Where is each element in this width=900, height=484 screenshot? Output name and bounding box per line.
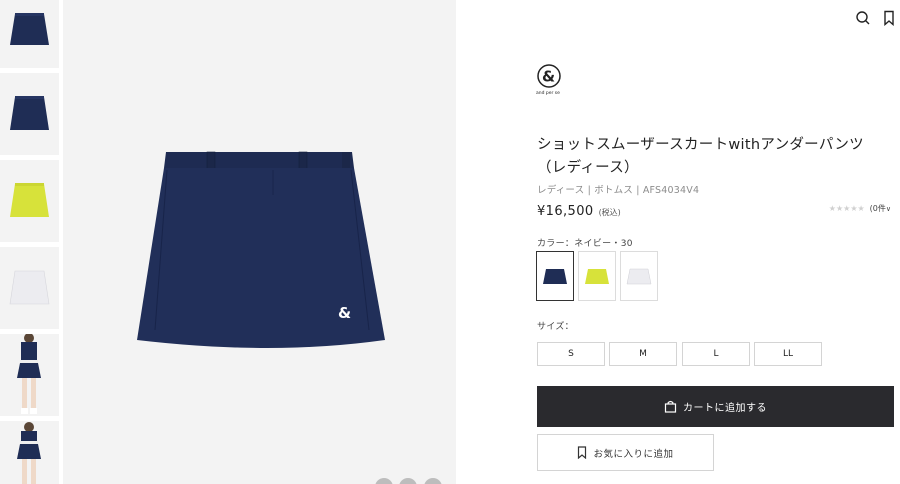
add-to-favorites-button[interactable]: お気に入りに追加 [537,434,714,471]
bookmark-outline-icon [578,446,587,459]
size-option-m[interactable]: M [609,342,677,366]
add-to-favorites-label: お気に入りに追加 [593,448,674,460]
tax-note: (税込) [598,208,621,217]
thumbnail-yellow[interactable] [0,160,59,242]
thumbnail-navy-front[interactable] [0,0,59,68]
main-product-image: & [63,0,456,484]
review-rating[interactable]: ★★★★★ (0件∨ [829,203,891,214]
product-title: ショットスムーザースカートwithアンダーパンツ（レディース） [537,137,864,176]
thumbnail-navy-back[interactable] [0,73,59,155]
brand-name: and per se [536,91,560,96]
skirt-illustration: & [137,151,385,348]
svg-text:&: & [542,68,555,86]
bag-icon [664,400,677,413]
size-option-l[interactable]: L [682,342,750,366]
thumbnail-white[interactable] [0,247,59,329]
review-count: (0件 [869,204,886,213]
color-swatch-navy[interactable] [536,251,574,301]
add-to-cart-label: カートに追加する [683,403,767,414]
chevron-down-icon: ∨ [885,205,891,213]
thumbnail-column [0,0,62,484]
color-swatch-yellow[interactable] [578,251,616,301]
color-swatch-white[interactable] [620,251,658,301]
thumbnail-model-back[interactable] [0,421,59,484]
product-price: ¥16,500 [537,204,594,219]
rating-stars: ★★★★★ [828,204,865,213]
size-option-ll[interactable]: LL [754,342,822,366]
search-icon[interactable] [855,10,873,28]
color-label: カラー：ネイビー・30 [537,239,633,249]
breadcrumb: レディース | ボトムス | AFS4034V4 [537,185,700,196]
price-row: ¥16,500 (税込) ★★★★★ (0件∨ [537,200,897,220]
add-to-cart-button[interactable]: カートに追加する [537,386,894,427]
thumbnail-model-front[interactable] [0,334,59,416]
svg-text:&: & [338,304,351,322]
size-option-s[interactable]: S [537,342,605,366]
bookmark-icon[interactable] [882,10,900,28]
size-label: サイズ： [537,322,574,332]
